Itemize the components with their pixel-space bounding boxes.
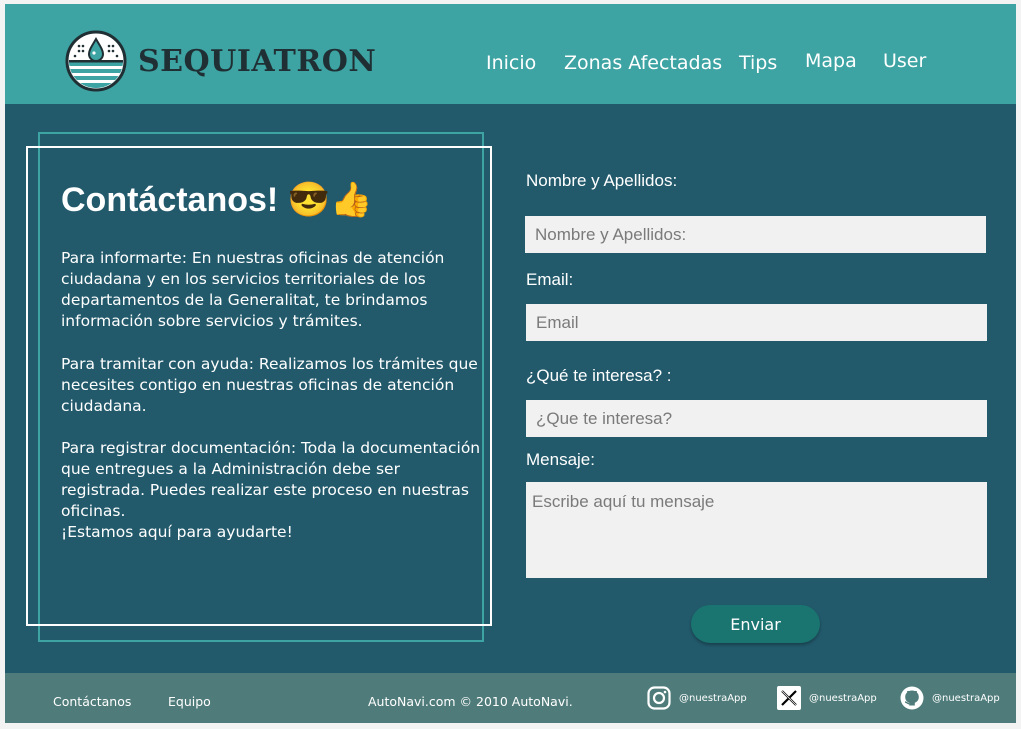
page-frame: SEQUIATRON Inicio Zonas Afectadas Tips M… xyxy=(5,4,1016,723)
email-label: Email: xyxy=(526,270,574,289)
nav-mapa[interactable]: Mapa xyxy=(805,50,857,72)
site-footer: Contáctanos Equipo AutoNavi.com © 2010 A… xyxy=(5,673,1016,723)
nav-user[interactable]: User xyxy=(883,50,926,72)
x-handle: @nuestraApp xyxy=(809,692,877,704)
interest-input[interactable] xyxy=(526,400,987,437)
name-label: Nombre y Apellidos: xyxy=(526,171,678,190)
nav-tips[interactable]: Tips xyxy=(739,52,777,74)
contact-title: Contáctanos! 😎👍 xyxy=(61,181,373,219)
instagram-handle: @nuestraApp xyxy=(679,692,747,704)
message-label: Mensaje: xyxy=(526,450,595,469)
github-link[interactable]: @nuestraApp xyxy=(900,685,1000,711)
info-paragraph: Para informarte: En nuestras oficinas de… xyxy=(61,249,445,330)
nav-zonas-afectadas[interactable]: Zonas Afectadas xyxy=(564,52,722,74)
instagram-icon xyxy=(647,686,671,710)
name-input[interactable] xyxy=(525,216,986,253)
instagram-link[interactable]: @nuestraApp xyxy=(647,685,747,711)
info-paragraph: ¡Estamos aquí para ayudarte! xyxy=(61,523,293,541)
footer-link-equipo[interactable]: Equipo xyxy=(168,694,211,709)
copyright-text: AutoNavi.com © 2010 AutoNavi. xyxy=(368,694,573,709)
water-drop-logo-icon[interactable] xyxy=(65,30,127,92)
email-input[interactable] xyxy=(526,304,987,341)
x-twitter-icon xyxy=(777,686,801,710)
github-icon xyxy=(900,686,924,710)
interest-label: ¿Qué te interesa? : xyxy=(526,366,672,385)
x-link[interactable]: @nuestraApp xyxy=(777,685,877,711)
message-textarea[interactable] xyxy=(526,482,987,578)
site-header: SEQUIATRON Inicio Zonas Afectadas Tips M… xyxy=(5,4,1016,104)
nav-inicio[interactable]: Inicio xyxy=(486,52,536,74)
info-paragraph: Para tramitar con ayuda: Realizamos los … xyxy=(61,355,478,415)
send-button[interactable]: Enviar xyxy=(691,605,820,643)
github-handle: @nuestraApp xyxy=(932,692,1000,704)
footer-link-contactanos[interactable]: Contáctanos xyxy=(53,694,131,709)
brand-name: SEQUIATRON xyxy=(138,44,377,79)
info-paragraph: Para registrar documentación: Toda la do… xyxy=(61,439,481,520)
